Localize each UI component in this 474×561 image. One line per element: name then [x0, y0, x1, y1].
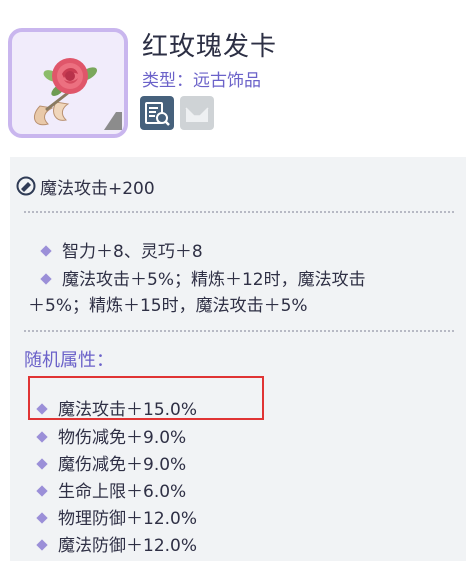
highlight-box: [28, 376, 264, 420]
base-stat-line-2: 魔法攻击＋5%；精炼＋12时，魔法攻击: [36, 265, 366, 290]
rose-hairpin-icon: [33, 58, 122, 130]
refine-text: 魔法攻击+200: [40, 178, 155, 199]
bullet-diamond-icon: [36, 485, 48, 497]
random-stat-item: 魔法防御＋12.0%: [32, 531, 197, 556]
item-detail-button[interactable]: [140, 96, 174, 130]
item-icon-frame[interactable]: [8, 28, 128, 138]
random-stat-item: 物理防御＋12.0%: [32, 504, 197, 529]
divider: [24, 330, 454, 332]
base-stat-line-1: 智力＋8、灵巧＋8: [36, 237, 203, 262]
bullet-diamond-icon: [40, 245, 52, 257]
bullet-diamond-icon: [36, 458, 48, 470]
mail-button[interactable]: [180, 96, 214, 130]
bullet-diamond-icon: [36, 431, 48, 443]
divider: [24, 211, 454, 213]
refine-bonus: 魔法攻击+200: [16, 174, 155, 199]
mail-icon: [185, 107, 209, 122]
random-stat-item: 生命上限＋6.0%: [32, 477, 186, 502]
item-name: 红玫瑰发卡: [142, 32, 278, 62]
random-stat-item: 魔伤减免＋9.0%: [32, 450, 186, 475]
base-stat-line-3: ＋5%；精炼＋15时，魔法攻击＋5%: [28, 296, 308, 316]
random-attributes-title: 随机属性：: [24, 350, 114, 371]
bullet-diamond-icon: [36, 539, 48, 551]
item-header: 红玫瑰发卡 类型：远古饰品: [0, 0, 474, 155]
random-stat-item: 物伤减免＋9.0%: [32, 423, 186, 448]
item-detail-search-icon: [145, 102, 170, 126]
bullet-diamond-icon: [36, 512, 48, 524]
bullet-diamond-icon: [40, 273, 52, 285]
item-type: 类型：远古饰品: [142, 71, 261, 91]
magic-orb-icon: [16, 176, 36, 196]
